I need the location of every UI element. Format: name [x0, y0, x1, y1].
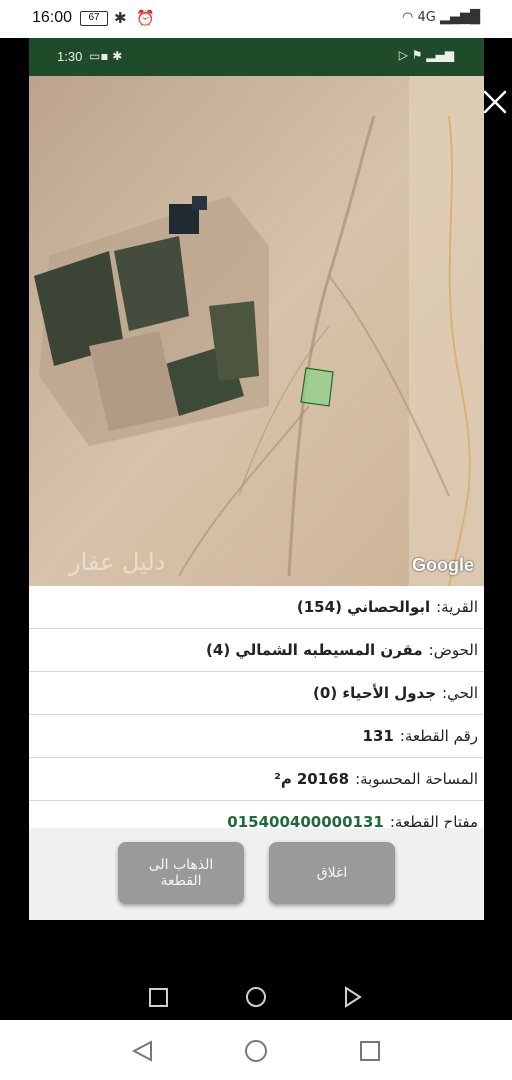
- parcel-info-list: القرية: ابوالحصاني (154) الحوض: مقرن الم…: [29, 586, 484, 844]
- plot-number-label: رقم القطعة:: [399, 727, 478, 745]
- app-status-time: 1:30: [57, 49, 83, 64]
- district-value: جدول الأحياء (0): [313, 684, 437, 702]
- area-label: المساحة المحسوبة:: [355, 770, 478, 788]
- go-to-parcel-button[interactable]: الذهاب الى القطعة: [118, 842, 244, 904]
- home-icon[interactable]: [246, 987, 266, 1007]
- close-icon[interactable]: [477, 84, 512, 120]
- app-status-bar: 1:30 ▭▪ ✱ ▷ ⚑ ▂▄▆: [29, 38, 484, 76]
- satellite-map[interactable]: دليل عقار Google: [29, 76, 484, 586]
- village-value: ابوالحصاني (154): [296, 598, 431, 616]
- battery-icon: 67: [80, 11, 108, 26]
- basin-label: الحوض:: [428, 641, 478, 659]
- signal-icon: ◠ 4G ▂▄▆█: [402, 10, 480, 25]
- action-bar: اغلاق الذهاب الى القطعة: [29, 828, 484, 920]
- area-unit: م²: [274, 770, 292, 788]
- back-icon[interactable]: [345, 986, 362, 1008]
- status-time: 16:00: [32, 9, 73, 26]
- recent-apps-icon[interactable]: [149, 988, 168, 1007]
- district-label: الحي:: [442, 684, 478, 702]
- map-imagery: [29, 76, 484, 586]
- go-to-parcel-label: الذهاب الى القطعة: [148, 857, 214, 889]
- wifi-icon: ◠: [402, 10, 414, 25]
- basin-value: مقرن المسيطبه الشمالي (4): [206, 641, 423, 659]
- signal-icon: ▷ ⚑ ▂▄▆: [398, 48, 454, 62]
- battery-icon: ▭▪ ✱: [89, 49, 123, 63]
- device-navigation-bar: [0, 1020, 512, 1080]
- area-value: 20168: [296, 770, 350, 788]
- plot-number-value: 131: [362, 727, 394, 745]
- close-button-label: اغلاق: [316, 865, 348, 881]
- watermark-text: دليل عقار: [69, 548, 166, 576]
- google-logo: Google: [412, 555, 474, 575]
- bluetooth-icon: ✱: [114, 9, 127, 27]
- app-window: 1:30 ▭▪ ✱ ▷ ⚑ ▂▄▆ دليل عقار Google القري…: [29, 38, 507, 920]
- plot-number-row: رقم القطعة: 131: [29, 715, 484, 758]
- inner-navigation-bar: [149, 986, 362, 1008]
- village-label: القرية:: [436, 598, 478, 616]
- parcel-polygon[interactable]: [300, 367, 334, 407]
- close-button[interactable]: اغلاق: [269, 842, 395, 904]
- device-status-bar: 16:00 67 ✱ ⏰ ◠ 4G ▂▄▆█: [0, 0, 512, 38]
- basin-row: الحوض: مقرن المسيطبه الشمالي (4): [29, 629, 484, 672]
- area-row: المساحة المحسوبة: 20168 م²: [29, 758, 484, 801]
- alarm-icon: ⏰: [136, 9, 155, 27]
- district-row: الحي: جدول الأحياء (0): [29, 672, 484, 715]
- village-row: القرية: ابوالحصاني (154): [29, 586, 484, 629]
